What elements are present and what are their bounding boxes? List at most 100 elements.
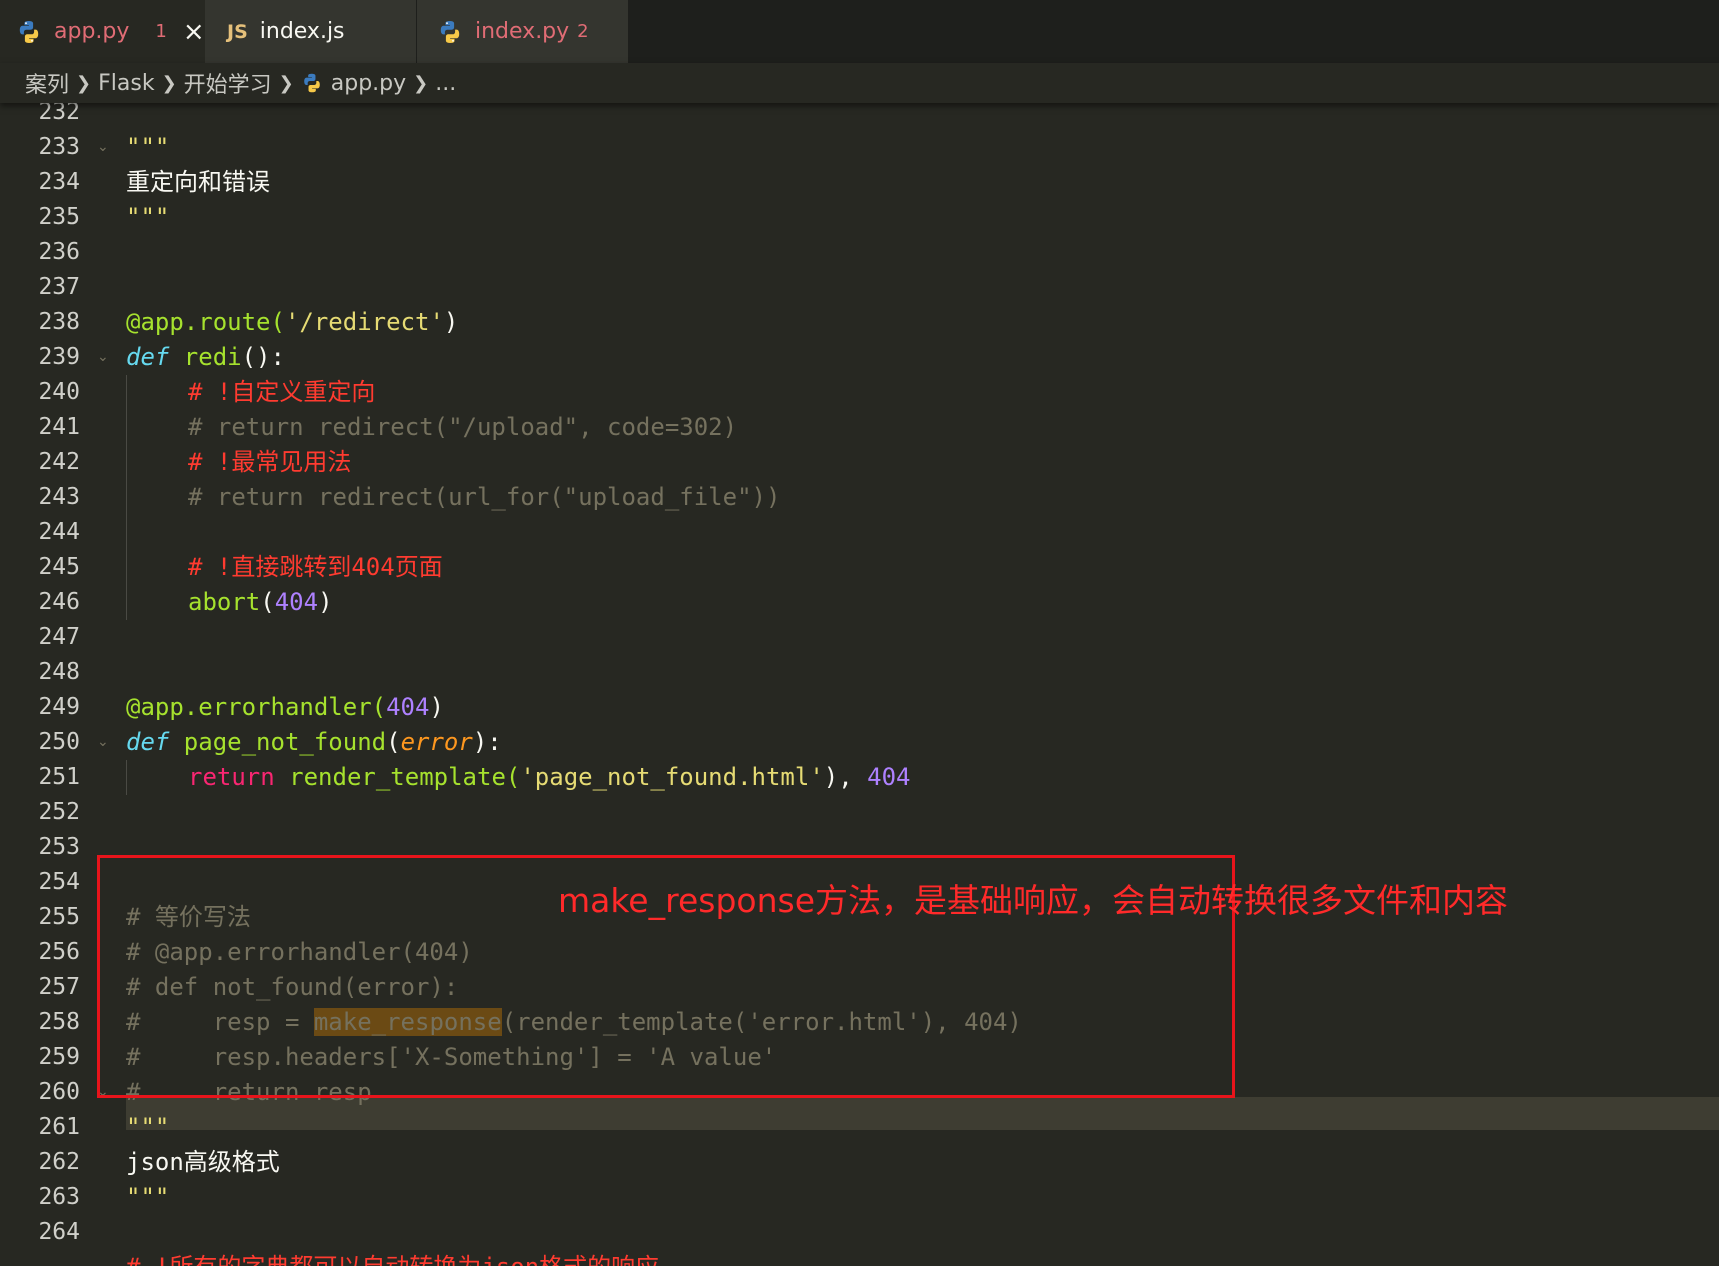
code-token: # !自定义重定向 [188,378,376,406]
python-icon [303,73,320,93]
code-token: 'page_not_found.html' [520,763,824,791]
code-line: return render_template('page_not_found.h… [188,760,911,795]
line-number: 240 [38,379,80,405]
code-line: def page_not_found(error): [126,725,502,760]
breadcrumb-item[interactable]: 开始学习 [184,67,272,99]
line-number: 245 [38,554,80,580]
code-token: abort [188,588,261,616]
python-icon [440,20,460,43]
breadcrumb-item[interactable]: ... [435,71,456,96]
problem-badge: 2 [577,21,589,42]
code-token: ): [472,728,502,756]
code-token: """ [126,1183,170,1211]
code-line: @app.route('/redirect') [126,305,458,340]
tab-label: index.py [475,19,570,44]
code-token: # return redirect(url_for("upload_file")… [188,483,781,511]
line-number: 237 [38,274,80,300]
breadcrumb-item[interactable]: Flask [98,71,154,96]
tab-index-js[interactable]: JS index.js [205,0,416,63]
indent-guide [126,760,127,795]
line-number: 235 [38,204,80,230]
code-token: # return redirect("/upload", code=302) [188,413,738,441]
code-token: return [188,763,275,791]
line-number: 247 [38,624,80,650]
line-number: 236 [38,239,80,265]
line-number: 253 [38,834,80,860]
line-number: 260 [38,1079,80,1105]
code-line: # !直接跳转到404页面 [188,550,443,585]
line-number: 264 [38,1219,80,1245]
line-number: 261 [38,1114,80,1140]
code-token: (): [241,343,285,371]
breadcrumb-item[interactable]: 案列 [25,67,69,99]
line-number: 263 [38,1184,80,1210]
code-token: """ [126,203,170,231]
tab-label: app.py [54,19,130,44]
line-number: 256 [38,939,80,965]
problem-badge: 1 [155,21,167,42]
chevron-right-icon: ❯ [161,72,177,94]
line-number: 241 [38,414,80,440]
annotation-text: make_response方法，是基础响应，会自动转换很多文件和内容 [558,881,1508,920]
line-number: 234 [38,169,80,195]
code-token: @app [126,308,184,336]
code-token: render_template( [274,763,521,791]
code-line: def redi(): [126,340,285,375]
code-line: abort(404) [188,585,333,620]
fold-chevron-icon[interactable]: ⌄ [97,130,109,165]
fold-chevron-icon[interactable]: ⌄ [97,340,109,375]
javascript-icon: JS [227,20,248,43]
code-token: 404 [386,693,430,721]
code-token: .errorhandler( [183,693,387,721]
line-number: 244 [38,519,80,545]
code-line: # return redirect("/upload", code=302) [188,410,737,445]
code-line: """ [126,130,169,165]
code-token: # !最常见用法 [188,448,352,476]
code-line: """ [126,200,169,235]
line-number: 258 [38,1009,80,1035]
code-line: # !最常见用法 [188,445,351,480]
code-token: def [126,343,170,371]
line-number: 242 [38,449,80,475]
code-token: ( [386,728,401,756]
line-number: 252 [38,799,80,825]
line-number: 249 [38,694,80,720]
code-token: page_not_found [169,728,387,756]
indent-guide [126,375,127,620]
code-token: @app [126,693,184,721]
fold-chevron-icon[interactable]: ⌄ [97,725,109,760]
close-icon[interactable]: × [183,19,205,45]
breadcrumb-item[interactable]: app.py [331,71,406,96]
chevron-right-icon: ❯ [278,72,294,94]
line-number: 257 [38,974,80,1000]
code-token: 404 [274,588,319,616]
code-line: 重定向和错误 [126,165,270,200]
code-token: # !所有的字典都可以自动转换为json格式的响应 [126,1253,659,1266]
code-token: '/redirect' [284,308,444,336]
line-number: 238 [38,309,80,335]
tab-index-py[interactable]: index.py 2 [417,0,628,63]
line-number: 246 [38,589,80,615]
code-token: 重定向和错误 [126,168,270,196]
line-number: 251 [38,764,80,790]
line-number: 259 [38,1044,80,1070]
python-icon [19,20,39,43]
code-token: error [400,728,473,756]
code-token: ( [260,588,275,616]
line-number: 232 [38,103,80,125]
chevron-right-icon: ❯ [413,72,429,94]
chevron-right-icon: ❯ [76,72,92,94]
code-line: json高级格式 [126,1145,280,1180]
tab-label: index.js [259,19,345,44]
tab-app-py[interactable]: app.py 1 × [0,0,205,63]
code-token: json高级格式 [126,1148,280,1176]
line-number: 250 [38,729,80,755]
code-line: # !所有的字典都可以自动转换为json格式的响应 [126,1250,659,1266]
tab-bar: app.py 1 × JS index.js index.py 2 [0,0,1719,63]
code-line: # return redirect(url_for("upload_file")… [188,480,780,515]
code-token: ) [318,588,333,616]
line-number: 243 [38,484,80,510]
code-token: """ [126,133,170,161]
code-token: # !直接跳转到404页面 [188,553,443,581]
line-number: 248 [38,659,80,685]
